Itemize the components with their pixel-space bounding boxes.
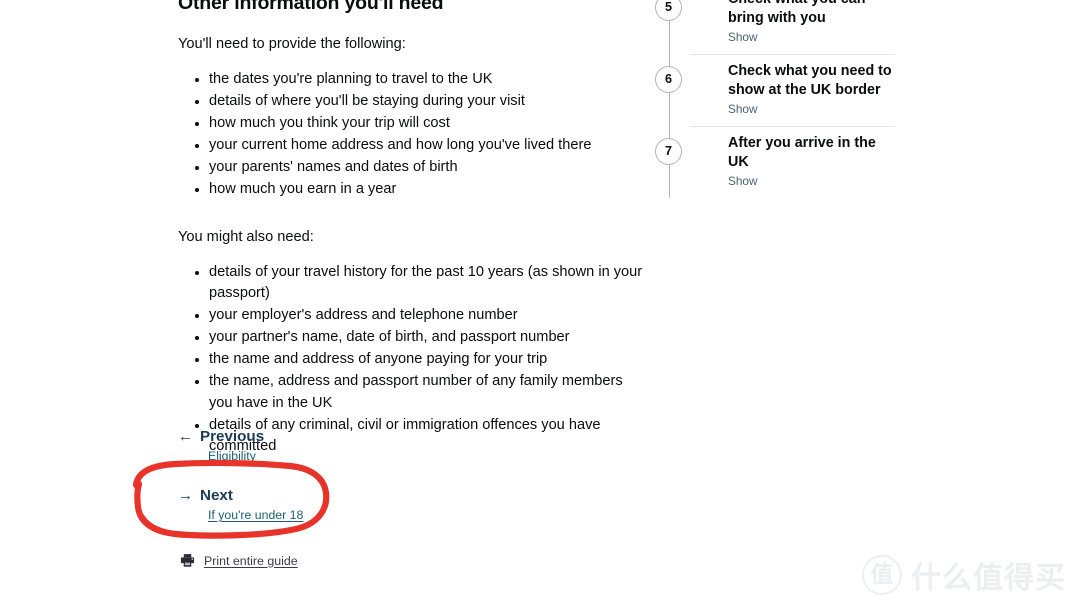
guide-pagination: ← Previous Eligibility → Next If you're … [178, 427, 518, 545]
arrow-left-icon: ← [178, 428, 193, 445]
step-item-7[interactable]: 7 After you arrive in the UK Show [655, 126, 895, 198]
list-item: your employer's address and telephone nu… [195, 305, 648, 327]
step-item-5[interactable]: 5 Check what you can bring with you Show [655, 0, 895, 54]
intro-paragraph-2: You might also need: [178, 228, 314, 245]
pagination-previous-sub: Eligibility [208, 447, 518, 465]
pagination-next[interactable]: → Next If you're under 18 [178, 486, 518, 524]
pagination-next-link[interactable]: If you're under 18 [208, 508, 303, 522]
pagination-next-row: → Next [178, 486, 518, 505]
arrow-right-icon: → [178, 487, 193, 504]
requirements-list-primary: the dates you're planning to travel to t… [178, 69, 648, 201]
step-title: After you arrive in the UK [728, 135, 876, 170]
page-title: Other information you'll need [178, 0, 444, 14]
watermark: 值 什么值得买 [862, 553, 1066, 597]
watermark-text: 什么值得买 [911, 561, 1066, 596]
step-number-badge: 6 [655, 66, 682, 93]
print-guide-row[interactable]: Print entire guide [180, 553, 298, 568]
list-item: your parents' names and dates of birth [195, 157, 648, 179]
step-title: Check what you can bring with you [728, 0, 865, 26]
intro-paragraph-1: You'll need to provide the following: [178, 36, 406, 52]
list-item: your current home address and how long y… [195, 135, 648, 157]
step-show-toggle[interactable]: Show [728, 102, 758, 116]
pagination-previous-link[interactable]: Eligibility [208, 449, 256, 463]
list-item: details of where you'll be staying durin… [195, 91, 648, 113]
page-root: Other information you'll need You'll nee… [0, 0, 1080, 609]
list-item: your partner's name, date of birth, and … [195, 327, 648, 349]
pagination-next-sub: If you're under 18 [208, 506, 518, 524]
step-number-badge: 7 [655, 138, 682, 165]
list-item: the name, address and passport number of… [195, 371, 648, 414]
guide-step-navigation: 5 Check what you can bring with you Show… [655, 0, 895, 198]
step-show-toggle[interactable]: Show [728, 30, 758, 44]
list-item: details of your travel history for the p… [195, 262, 648, 305]
watermark-logo-icon: 值 [862, 555, 902, 595]
list-item: how much you earn in a year [195, 179, 648, 201]
step-number-badge: 5 [655, 0, 682, 21]
list-item: the name and address of anyone paying fo… [195, 349, 648, 371]
pagination-previous[interactable]: ← Previous Eligibility [178, 427, 518, 465]
pagination-previous-row: ← Previous [178, 427, 518, 446]
list-item: the dates you're planning to travel to t… [195, 69, 648, 91]
step-item-6[interactable]: 6 Check what you need to show at the UK … [655, 54, 895, 126]
list-item: how much you think your trip will cost [195, 113, 648, 135]
step-show-toggle[interactable]: Show [728, 174, 758, 188]
main-content: Other information you'll need You'll nee… [178, 0, 648, 474]
step-rail-line [668, 0, 670, 198]
print-entire-guide-link[interactable]: Print entire guide [204, 554, 298, 568]
pagination-next-label: Next [200, 487, 233, 504]
step-title: Check what you need to show at the UK bo… [728, 63, 892, 98]
printer-icon [180, 553, 195, 568]
pagination-previous-label: Previous [200, 428, 265, 445]
